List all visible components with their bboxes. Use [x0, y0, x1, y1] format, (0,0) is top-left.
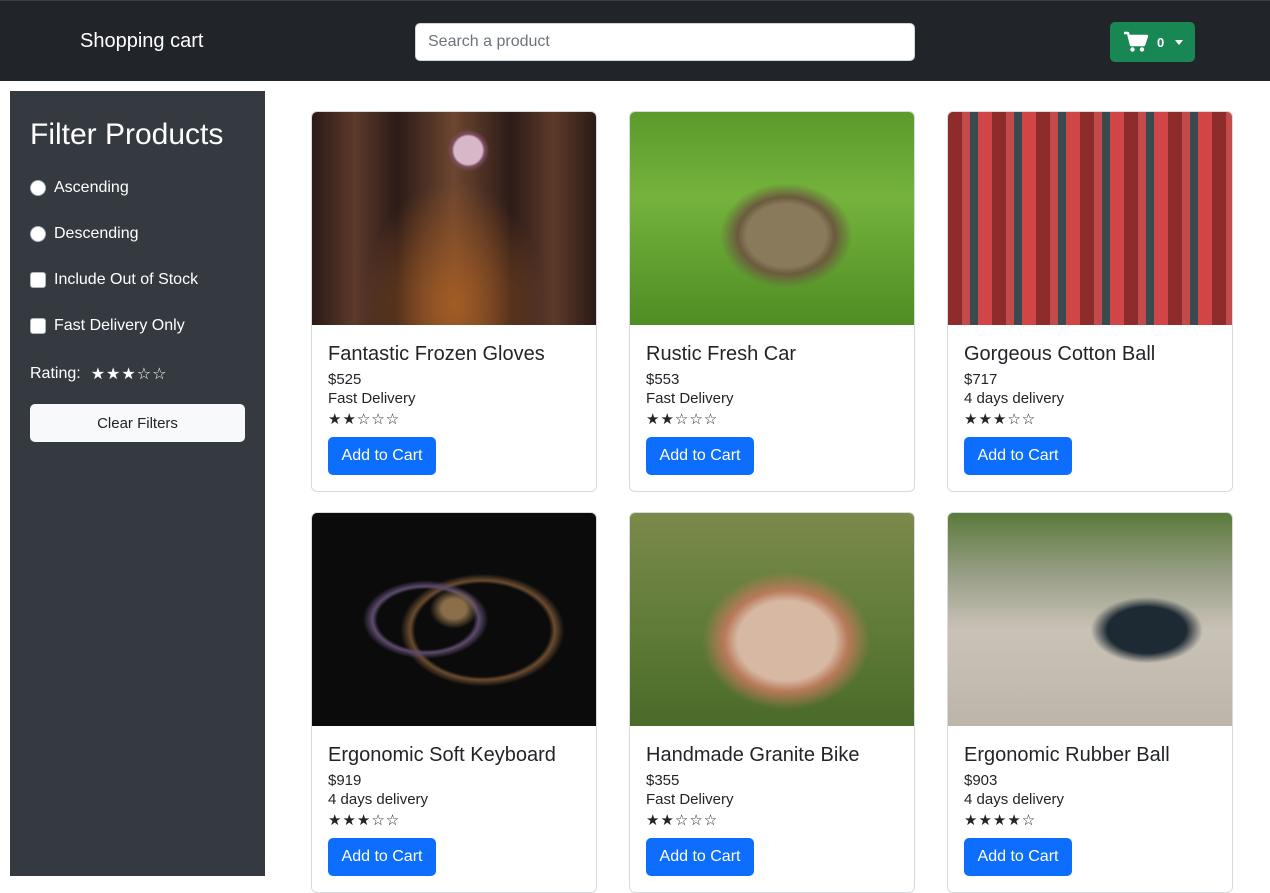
fast-delivery-checkbox[interactable] [30, 318, 46, 334]
navbar: Shopping cart 0 [0, 0, 1270, 81]
product-title: Handmade Granite Bike [646, 744, 860, 766]
product-rating: ★★☆☆☆ [646, 411, 719, 428]
rating-label: Rating: [30, 365, 81, 382]
sort-ascending-option[interactable]: Ascending [30, 179, 129, 197]
product-card: Fantastic Frozen Gloves $525 Fast Delive… [311, 111, 597, 492]
rating-filter: Rating: ★★★☆☆ [30, 364, 167, 384]
product-delivery: Fast Delivery [328, 390, 416, 407]
add-to-cart-button[interactable]: Add to Cart [646, 838, 754, 876]
add-to-cart-button[interactable]: Add to Cart [964, 437, 1072, 475]
product-image [630, 112, 914, 325]
include-out-of-stock-label: Include Out of Stock [54, 271, 199, 288]
brand-title[interactable]: Shopping cart [80, 30, 203, 53]
product-title: Ergonomic Rubber Ball [964, 744, 1170, 766]
filter-sidebar: Filter Products Ascending Descending Inc… [10, 91, 265, 876]
filter-title: Filter Products [30, 118, 224, 151]
add-to-cart-button[interactable]: Add to Cart [964, 838, 1072, 876]
product-price: $903 [964, 772, 998, 789]
include-out-of-stock-checkbox[interactable] [30, 272, 46, 288]
fast-delivery-option[interactable]: Fast Delivery Only [30, 317, 185, 335]
product-rating: ★★★☆☆ [964, 411, 1037, 428]
product-image [312, 513, 596, 726]
clear-filters-button[interactable]: Clear Filters [30, 404, 245, 442]
rating-stars[interactable]: ★★★☆☆ [91, 364, 168, 384]
product-delivery: Fast Delivery [646, 390, 734, 407]
product-title: Fantastic Frozen Gloves [328, 343, 545, 365]
product-price: $717 [964, 371, 998, 388]
product-delivery: 4 days delivery [964, 791, 1065, 808]
product-rating: ★★★★☆ [964, 812, 1037, 829]
search-input[interactable] [415, 23, 915, 61]
product-card: Ergonomic Soft Keyboard $919 4 days deli… [311, 512, 597, 893]
product-rating: ★★☆☆☆ [328, 411, 401, 428]
product-title: Ergonomic Soft Keyboard [328, 744, 556, 766]
product-card: Handmade Granite Bike $355 Fast Delivery… [629, 512, 915, 893]
product-price: $919 [328, 772, 362, 789]
include-out-of-stock-option[interactable]: Include Out of Stock [30, 271, 198, 289]
add-to-cart-button[interactable]: Add to Cart [646, 437, 754, 475]
ascending-radio[interactable] [30, 180, 46, 196]
cart-dropdown-button[interactable]: 0 [1110, 22, 1195, 62]
product-card: Ergonomic Rubber Ball $903 4 days delive… [947, 512, 1233, 893]
product-title: Rustic Fresh Car [646, 343, 797, 365]
cart-icon [1123, 31, 1149, 53]
chevron-down-icon [1175, 39, 1184, 45]
product-delivery: 4 days delivery [964, 390, 1065, 407]
sort-descending-option[interactable]: Descending [30, 225, 139, 243]
add-to-cart-button[interactable]: Add to Cart [328, 838, 436, 876]
product-delivery: Fast Delivery [646, 791, 734, 808]
cart-count: 0 [1157, 34, 1165, 50]
product-rating: ★★☆☆☆ [646, 812, 719, 829]
descending-radio[interactable] [30, 226, 46, 242]
product-image [948, 513, 1232, 726]
product-price: $553 [646, 371, 680, 388]
product-card: Gorgeous Cotton Ball $717 4 days deliver… [947, 111, 1233, 492]
product-price: $355 [646, 772, 680, 789]
product-price: $525 [328, 371, 362, 388]
product-delivery: 4 days delivery [328, 791, 429, 808]
product-image [948, 112, 1232, 325]
product-card: Rustic Fresh Car $553 Fast Delivery ★★☆☆… [629, 111, 915, 492]
ascending-label: Ascending [54, 179, 129, 196]
product-image [630, 513, 914, 726]
add-to-cart-button[interactable]: Add to Cart [328, 437, 436, 475]
product-title: Gorgeous Cotton Ball [964, 343, 1156, 365]
product-image [312, 112, 596, 325]
fast-delivery-label: Fast Delivery Only [54, 317, 185, 334]
descending-label: Descending [54, 225, 139, 242]
product-rating: ★★★☆☆ [328, 812, 401, 829]
